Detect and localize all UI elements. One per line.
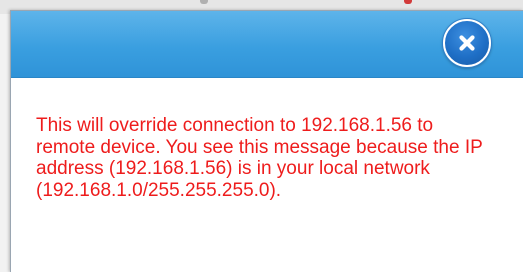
message-dialog: This will override connection to 192.168… [10, 10, 523, 272]
close-button[interactable] [443, 19, 491, 67]
dialog-header [11, 11, 523, 78]
background-indicator [404, 0, 412, 4]
close-icon [459, 35, 475, 51]
background-indicator [200, 0, 208, 4]
dialog-message: This will override connection to 192.168… [36, 115, 483, 201]
